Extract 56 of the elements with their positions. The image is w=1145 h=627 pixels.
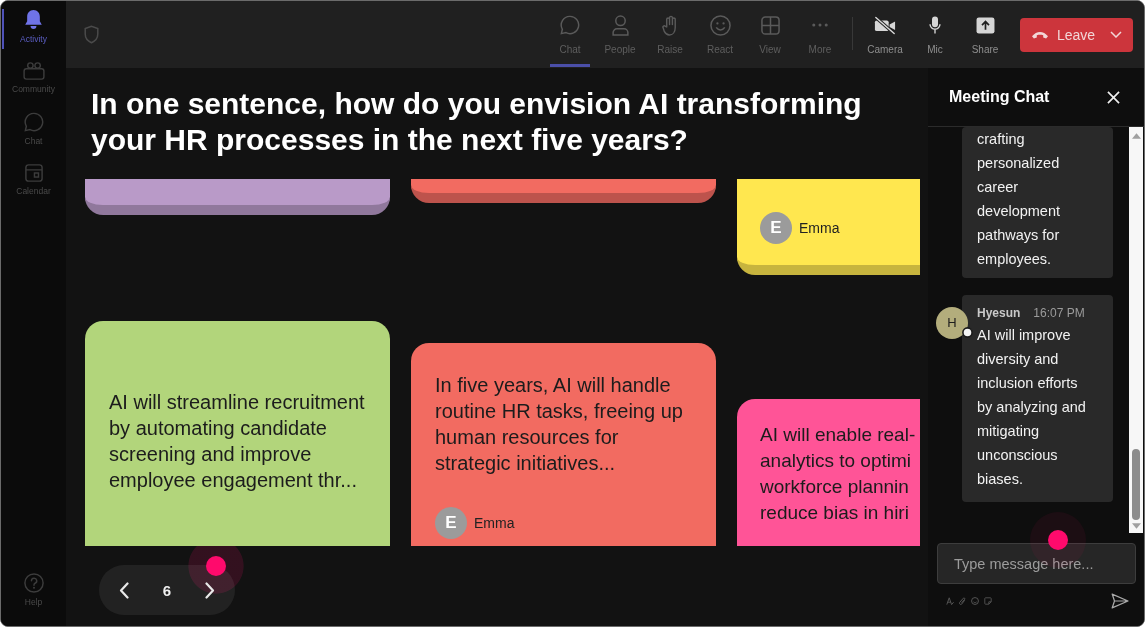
toolbar-button[interactable]: Raise [645,1,695,68]
send-icon[interactable] [1111,593,1129,609]
note-text: In five years, AI will handle routine HR tasks, freeing up human resources for strategic initiatives... [435,373,684,476]
scrollbar-thumb[interactable] [1132,449,1140,520]
chat-title: Meeting Chat [949,88,1050,106]
note-text: AI will enable real- analytics to optimi workforce plannin reduce bias in hiri [760,423,916,525]
sticker-icon[interactable] [984,597,992,605]
avatar: H [936,307,968,339]
hand-icon [661,14,679,36]
message-text: crafting personalized career development pathways for employees. [977,130,1062,269]
toolbar-button[interactable]: Camera [860,1,910,68]
toolbar-button[interactable]: People [595,1,645,68]
person-icon [611,14,629,36]
author-name: Emma [799,220,840,236]
toolbar-button[interactable]: React [695,1,745,68]
leave-button[interactable]: Leave [1020,17,1098,52]
toolbar-button[interactable]: More [795,1,845,68]
text-format-icon[interactable] [946,597,954,605]
calendar-icon [24,164,43,182]
chevron-left-icon [119,581,129,599]
leave-options-button[interactable] [1098,17,1133,52]
more-icon [812,23,828,27]
chevron-right-icon [205,581,215,599]
sender-name: Hyesun [977,305,1021,321]
smiley-icon[interactable] [971,597,979,605]
status-dot-icon [962,327,973,338]
grid-icon [760,15,780,35]
scroll-down-icon[interactable] [1131,523,1141,529]
message-text: AI will improve diversity and inclusion efforts by analyzing and mitigating unconscious biases. [977,326,1087,489]
close-icon [1107,90,1120,104]
paperclip-icon[interactable] [959,596,966,606]
smiley-icon [709,14,731,36]
share-screen-icon [975,16,995,34]
chat-bubble-icon [560,15,580,35]
message-time: 16:07 PM [1033,305,1085,321]
chat-bubble-icon [23,112,44,132]
bell-icon [25,10,42,30]
page-number: 6 [162,581,172,599]
people-group-icon [22,62,45,80]
note-text: AI will streamline recruitment by automating candidate screening and improve employee engagement thr... [109,390,366,493]
author-name: Emma [474,515,515,531]
shield-icon [84,25,99,44]
chevron-down-icon [1109,31,1122,38]
question-title: In one sentence, how do you envision AI transforming your HR processes in the next five years? [91,86,863,158]
cursor-dot-icon [206,556,226,576]
phone-icon [1031,30,1049,39]
scrollbar[interactable] [1129,127,1143,533]
message-input[interactable]: Type message here... [937,543,1136,584]
toolbar-button[interactable]: Mic [910,1,960,68]
close-button[interactable] [1107,90,1120,104]
avatar: E [760,212,792,244]
help-icon [23,573,44,593]
toolbar-button[interactable]: View [745,1,795,68]
toolbar-button[interactable]: Share [960,1,1010,68]
scroll-up-icon[interactable] [1131,133,1141,139]
avatar: E [435,507,467,539]
